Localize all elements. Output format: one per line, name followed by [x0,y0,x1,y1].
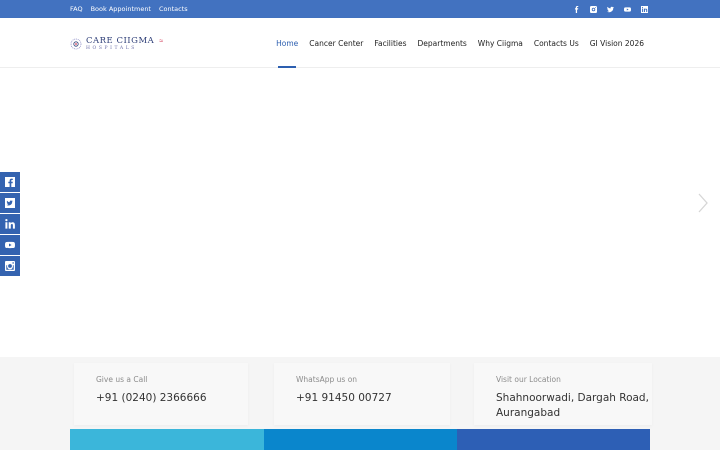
nav-departments[interactable]: Departments [418,18,467,68]
nav-home[interactable]: Home [276,18,298,68]
site-header: CARE CIIGMA HOSPITALS ≈ Home Cancer Cent… [0,18,720,68]
nav-facilities[interactable]: Facilities [374,18,406,68]
contacts-link[interactable]: Contacts [159,5,188,13]
top-links: FAQ Book Appointment Contacts [70,0,188,18]
faq-link[interactable]: FAQ [70,5,83,13]
slider-next-arrow-icon[interactable] [696,192,710,214]
floating-social-bar [0,172,20,276]
sidebar-twitter-icon[interactable] [0,193,20,213]
sidebar-linkedin-icon[interactable] [0,214,20,234]
top-bar: FAQ Book Appointment Contacts [0,0,720,18]
logo-mark-icon [70,38,82,50]
logo-text: CARE CIIGMA HOSPITALS [86,37,154,51]
nav-cancer-center[interactable]: Cancer Center [309,18,363,68]
sidebar-facebook-icon[interactable] [0,172,20,192]
hero-slider [0,68,720,358]
sidebar-youtube-icon[interactable] [0,235,20,255]
location-address: Shahnoorwadi, Dargah Road, Aurangabad [496,391,649,421]
twitter-icon[interactable] [606,5,614,13]
nav-gi-vision-2026[interactable]: GI Vision 2026 [590,18,644,68]
main-nav: Home Cancer Center Facilities Department… [276,18,644,68]
call-label: Give us a Call [96,375,148,384]
location-label: Visit our Location [496,375,561,384]
logo-name: CARE CIIGMA [86,36,155,46]
location-line-2: Aurangabad [496,407,561,419]
sidebar-instagram-icon[interactable] [0,256,20,276]
whatsapp-card: WhatsApp us on +91 91450 00727 [274,363,450,425]
location-card: Visit our Location Shahnoorwadi, Dargah … [474,363,652,425]
instagram-icon[interactable] [589,5,597,13]
location-line-1: Shahnoorwadi, Dargah Road, [496,392,649,404]
linkedin-icon[interactable] [640,5,648,13]
nav-contacts-us[interactable]: Contacts Us [534,18,579,68]
whatsapp-number[interactable]: +91 91450 00727 [296,391,392,406]
feature-bar-1 [70,429,264,450]
youtube-icon[interactable] [623,5,631,13]
call-card: Give us a Call +91 (0240) 2366666 [74,363,248,425]
whatsapp-label: WhatsApp us on [296,375,358,384]
book-appointment-link[interactable]: Book Appointment [91,5,151,13]
facebook-icon[interactable] [572,5,580,13]
feature-bar-3 [457,429,650,450]
top-social [572,0,648,18]
nav-why-ciigma[interactable]: Why Ciigma [478,18,523,68]
logo-subtitle: HOSPITALS [86,45,137,51]
feature-bar-2 [264,429,457,450]
logo[interactable]: CARE CIIGMA HOSPITALS ≈ [70,34,163,54]
call-number[interactable]: +91 (0240) 2366666 [96,391,207,406]
logo-swoosh-icon: ≈ [159,37,164,45]
